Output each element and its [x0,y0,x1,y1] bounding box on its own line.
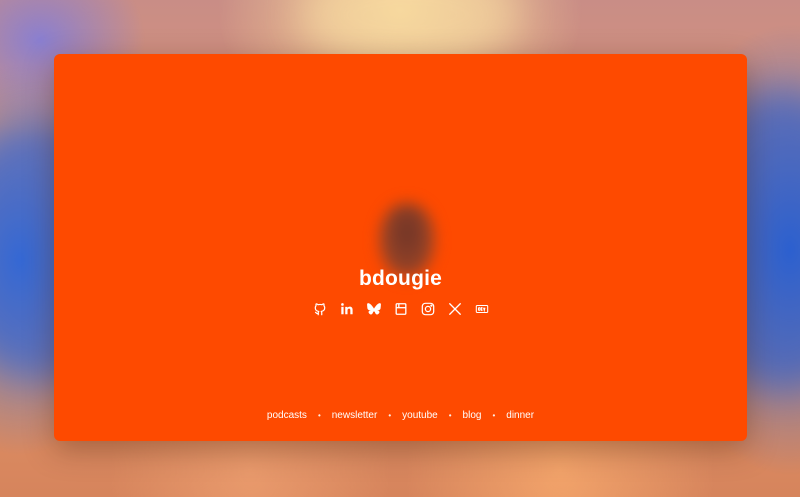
dev-icon[interactable] [475,302,489,316]
profile-name: bdougie [358,267,443,290]
youtube-link[interactable]: youtube [402,410,438,421]
profile-card: bdougie podcasts • newsletter • youtube … [54,54,747,441]
avatar-photo [382,205,432,275]
bookmark-icon[interactable] [394,302,408,316]
nav-separator: • [492,411,496,420]
footer-nav: podcasts • newsletter • youtube • blog •… [54,410,747,421]
avatar[interactable] [357,191,457,309]
instagram-icon[interactable] [421,302,435,316]
x-icon[interactable] [448,302,462,316]
social-links [54,302,747,316]
nav-separator: • [388,411,392,420]
bluesky-icon[interactable] [366,302,381,316]
linkedin-icon[interactable] [340,302,354,316]
dinner-link[interactable]: dinner [506,410,534,421]
blog-link[interactable]: blog [463,410,482,421]
github-icon[interactable] [313,302,327,316]
nav-separator: • [448,411,452,420]
podcasts-link[interactable]: podcasts [267,410,307,421]
newsletter-link[interactable]: newsletter [332,410,378,421]
nav-separator: • [317,411,321,420]
